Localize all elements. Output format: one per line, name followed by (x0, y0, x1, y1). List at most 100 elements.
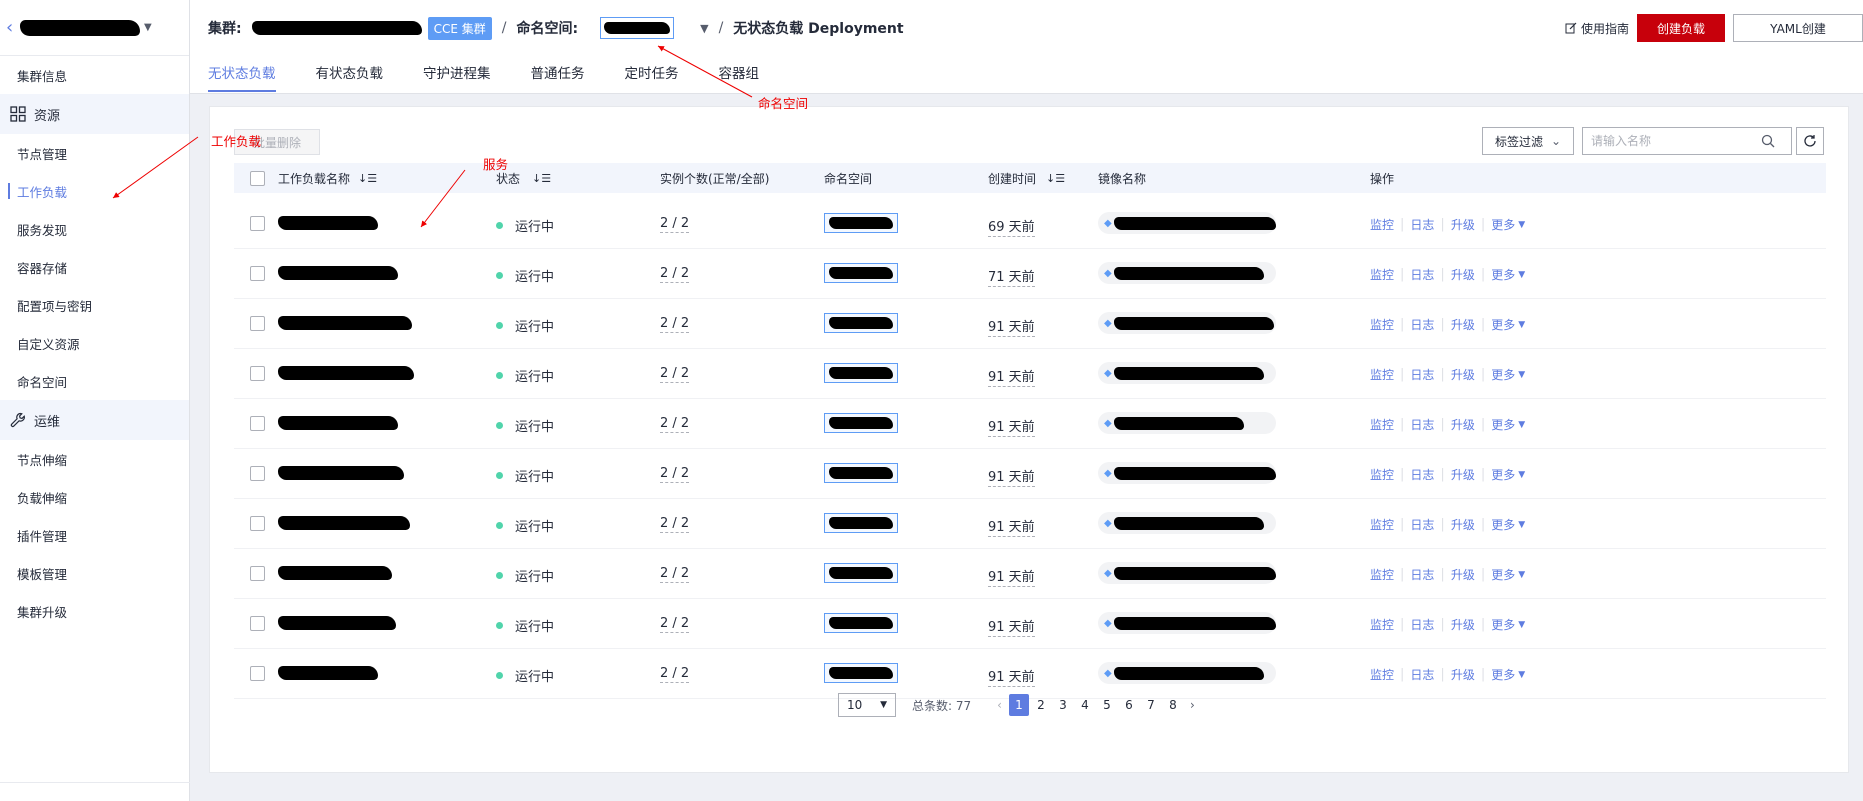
sidebar-item-storage[interactable]: 容器存储 (0, 248, 189, 286)
monitor-link[interactable]: 监控 (1370, 266, 1394, 283)
more-dropdown[interactable]: 更多 (1491, 466, 1515, 483)
more-dropdown[interactable]: 更多 (1491, 366, 1515, 383)
yaml-create-button[interactable]: YAML创建 (1733, 14, 1863, 42)
sidebar-item-addons[interactable]: 插件管理 (0, 516, 189, 554)
chevron-left-icon[interactable]: ‹ (6, 17, 20, 38)
page-number[interactable]: 6 (1119, 694, 1139, 716)
more-dropdown[interactable]: 更多 (1491, 566, 1515, 583)
log-link[interactable]: 日志 (1410, 566, 1434, 583)
filter-icon[interactable]: ↓☰ (532, 172, 551, 185)
sidebar-item-templates[interactable]: 模板管理 (0, 554, 189, 592)
log-link[interactable]: 日志 (1410, 616, 1434, 633)
sidebar-item-node-scaling[interactable]: 节点伸缩 (0, 440, 189, 478)
sidebar-item-cluster-upgrade[interactable]: 集群升级 (0, 592, 189, 630)
monitor-link[interactable]: 监控 (1370, 616, 1394, 633)
upgrade-link[interactable]: 升级 (1451, 516, 1475, 533)
row-checkbox[interactable] (250, 316, 265, 331)
more-dropdown[interactable]: 更多 (1491, 616, 1515, 633)
upgrade-link[interactable]: 升级 (1451, 566, 1475, 583)
sidebar-group-ops[interactable]: 运维 (0, 400, 189, 440)
page-number[interactable]: 5 (1097, 694, 1117, 716)
caret-down-icon[interactable]: ▼ (1518, 320, 1525, 330)
log-link[interactable]: 日志 (1410, 366, 1434, 383)
monitor-link[interactable]: 监控 (1370, 216, 1394, 233)
caret-down-icon[interactable]: ▼ (144, 22, 152, 33)
sidebar-item-cluster-info[interactable]: 集群信息 (0, 56, 189, 94)
monitor-link[interactable]: 监控 (1370, 316, 1394, 333)
row-checkbox[interactable] (250, 216, 265, 231)
tab-statefulset[interactable]: 有状态负载 (316, 62, 384, 92)
workload-name-link[interactable] (278, 516, 410, 530)
workload-name-link[interactable] (278, 316, 412, 330)
log-link[interactable]: 日志 (1410, 316, 1434, 333)
tab-job[interactable]: 普通任务 (531, 62, 585, 92)
row-checkbox[interactable] (250, 566, 265, 581)
row-checkbox[interactable] (250, 516, 265, 531)
page-number[interactable]: 1 (1008, 694, 1029, 716)
column-header-created[interactable]: 创建时间 ↓☰ (988, 170, 1065, 187)
monitor-link[interactable]: 监控 (1370, 516, 1394, 533)
row-checkbox[interactable] (250, 466, 265, 481)
namespace-select[interactable] (600, 17, 675, 39)
row-checkbox[interactable] (250, 366, 265, 381)
log-link[interactable]: 日志 (1410, 266, 1434, 283)
sidebar-item-custom-resources[interactable]: 自定义资源 (0, 324, 189, 362)
workload-name-link[interactable] (278, 566, 392, 580)
page-number[interactable]: 2 (1031, 694, 1051, 716)
sidebar-item-workloads[interactable]: 工作负载 (0, 172, 189, 210)
row-checkbox[interactable] (250, 666, 265, 681)
caret-down-icon[interactable]: ▼ (1518, 520, 1525, 530)
more-dropdown[interactable]: 更多 (1491, 316, 1515, 333)
row-checkbox[interactable] (250, 266, 265, 281)
upgrade-link[interactable]: 升级 (1451, 666, 1475, 683)
sidebar-item-configmaps[interactable]: 配置项与密钥 (0, 286, 189, 324)
page-number[interactable]: 8 (1163, 694, 1183, 716)
caret-down-icon[interactable]: ▼ (1518, 270, 1525, 280)
guide-link[interactable]: 使用指南 (1565, 20, 1629, 37)
select-all-checkbox[interactable] (250, 170, 265, 186)
workload-name-link[interactable] (278, 466, 404, 480)
page-number[interactable]: 3 (1053, 694, 1073, 716)
workload-name-link[interactable] (278, 216, 378, 230)
caret-down-icon[interactable]: ▼ (1518, 570, 1525, 580)
sidebar-item-nodes[interactable]: 节点管理 (0, 134, 189, 172)
upgrade-link[interactable]: 升级 (1451, 266, 1475, 283)
sidebar-item-namespaces[interactable]: 命名空间 (0, 362, 189, 400)
log-link[interactable]: 日志 (1410, 466, 1434, 483)
row-checkbox[interactable] (250, 416, 265, 431)
label-filter-button[interactable]: 标签过滤 ⌄ (1482, 127, 1574, 155)
upgrade-link[interactable]: 升级 (1451, 316, 1475, 333)
tab-cronjob[interactable]: 定时任务 (625, 62, 679, 92)
sidebar-item-workload-scaling[interactable]: 负载伸缩 (0, 478, 189, 516)
caret-down-icon[interactable]: ▼ (1518, 220, 1525, 230)
log-link[interactable]: 日志 (1410, 516, 1434, 533)
monitor-link[interactable]: 监控 (1370, 466, 1394, 483)
more-dropdown[interactable]: 更多 (1491, 216, 1515, 233)
upgrade-link[interactable]: 升级 (1451, 216, 1475, 233)
column-header-name[interactable]: 工作负载名称 ↓☰ (278, 170, 377, 187)
page-size-select[interactable]: 10 ▼ (838, 693, 896, 717)
cluster-switcher[interactable]: ‹ ▼ (0, 0, 189, 56)
page-number[interactable]: 4 (1075, 694, 1095, 716)
workload-name-link[interactable] (278, 616, 396, 630)
caret-down-icon[interactable]: ▼ (1518, 420, 1525, 430)
more-dropdown[interactable]: 更多 (1491, 666, 1515, 683)
create-workload-button[interactable]: 创建负载 (1636, 14, 1725, 42)
log-link[interactable]: 日志 (1410, 416, 1434, 433)
prev-page-icon[interactable]: ‹ (997, 698, 1002, 712)
upgrade-link[interactable]: 升级 (1451, 366, 1475, 383)
tab-daemonset[interactable]: 守护进程集 (423, 62, 491, 92)
upgrade-link[interactable]: 升级 (1451, 416, 1475, 433)
next-page-icon[interactable]: › (1190, 698, 1195, 712)
page-number[interactable]: 7 (1141, 694, 1161, 716)
upgrade-link[interactable]: 升级 (1451, 466, 1475, 483)
more-dropdown[interactable]: 更多 (1491, 266, 1515, 283)
monitor-link[interactable]: 监控 (1370, 366, 1394, 383)
log-link[interactable]: 日志 (1410, 666, 1434, 683)
row-checkbox[interactable] (250, 616, 265, 631)
caret-down-icon[interactable]: ▼ (700, 22, 708, 35)
sidebar-item-services[interactable]: 服务发现 (0, 210, 189, 248)
workload-name-link[interactable] (278, 666, 378, 680)
workload-name-link[interactable] (278, 416, 398, 430)
monitor-link[interactable]: 监控 (1370, 416, 1394, 433)
